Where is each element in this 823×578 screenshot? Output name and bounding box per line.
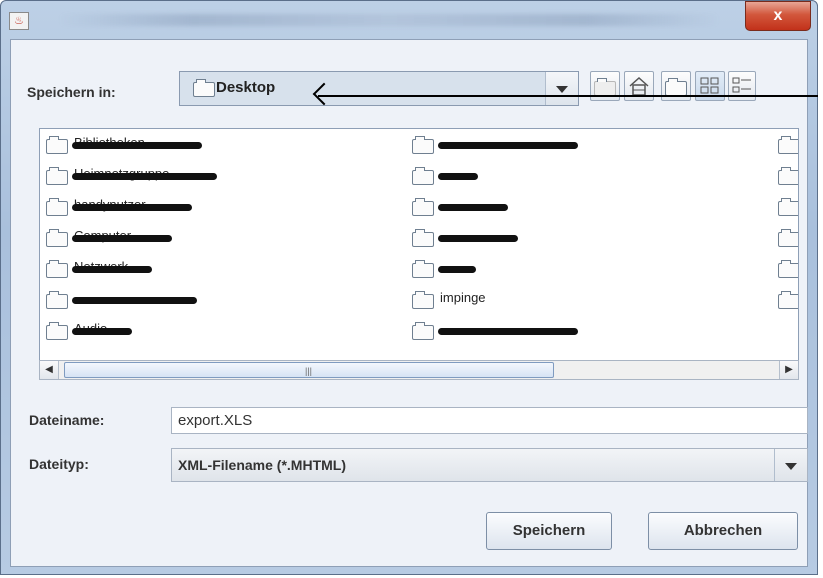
list-item[interactable]: [778, 228, 798, 250]
list-item[interactable]: Audio: [46, 321, 376, 343]
chevron-down-icon: [556, 86, 568, 93]
folder-icon: [46, 136, 68, 154]
filetype-value: XML-Filename (*.MHTML): [178, 457, 346, 473]
redaction-mark: [72, 235, 172, 242]
folder-icon: [46, 229, 68, 247]
blurred-title: [59, 14, 719, 26]
redaction-mark: [72, 204, 192, 211]
list-item[interactable]: [778, 135, 798, 157]
list-item[interactable]: [778, 259, 798, 281]
list-item[interactable]: Bibliotheken: [46, 135, 376, 157]
redaction-mark: [72, 297, 197, 304]
java-app-icon: ♨: [9, 12, 29, 30]
folder-icon: [778, 291, 798, 309]
folder-icon: [412, 229, 434, 247]
filename-value: export.XLS: [178, 412, 253, 429]
list-item[interactable]: [412, 228, 742, 250]
list-item[interactable]: [778, 166, 798, 188]
annotation-arrow-line: [318, 95, 818, 97]
redaction-mark: [438, 235, 518, 242]
filetype-dropdown-button[interactable]: [774, 449, 807, 481]
save-in-combobox[interactable]: Desktop: [179, 71, 579, 106]
folder-icon: [412, 136, 434, 154]
folder-icon: [46, 322, 68, 340]
folder-icon: [778, 167, 798, 185]
list-item[interactable]: [412, 135, 742, 157]
redaction-mark: [438, 142, 578, 149]
folder-icon: [778, 136, 798, 154]
redaction-mark: [438, 204, 508, 211]
folder-icon: [778, 198, 798, 216]
folder-icon: [412, 260, 434, 278]
redaction-mark: [72, 173, 217, 180]
filetype-select[interactable]: XML-Filename (*.MHTML): [171, 448, 808, 482]
list-item[interactable]: [778, 197, 798, 219]
list-item[interactable]: handynutzer: [46, 197, 376, 219]
cancel-button[interactable]: Abbrechen: [648, 512, 798, 550]
redaction-mark: [438, 328, 578, 335]
redaction-mark: [72, 328, 132, 335]
list-item[interactable]: [412, 166, 742, 188]
folder-icon: [412, 167, 434, 185]
scroll-left-button[interactable]: ◀: [40, 361, 59, 379]
folder-icon: [778, 229, 798, 247]
folder-icon: [46, 291, 68, 309]
filename-input[interactable]: export.XLS: [171, 407, 808, 434]
folder-icon: [412, 322, 434, 340]
redaction-mark: [72, 266, 152, 273]
list-item[interactable]: Computer: [46, 228, 376, 250]
folder-icon: [193, 79, 215, 97]
chevron-down-icon: [785, 463, 797, 470]
close-button[interactable]: x: [745, 1, 811, 31]
folder-icon: [412, 291, 434, 309]
list-item[interactable]: [412, 259, 742, 281]
list-item[interactable]: Netzwerk: [46, 259, 376, 281]
list-item[interactable]: impinge: [412, 290, 742, 312]
list-item[interactable]: [778, 290, 798, 312]
new-folder-icon: [665, 78, 687, 96]
up-folder-icon: [594, 78, 616, 96]
filetype-label: Dateityp:: [29, 456, 89, 472]
redaction-mark: [438, 266, 476, 273]
list-item[interactable]: [412, 197, 742, 219]
list-item[interactable]: [46, 290, 376, 312]
folder-icon: [412, 198, 434, 216]
folder-icon: [46, 167, 68, 185]
scroll-thumb[interactable]: |||: [64, 362, 554, 378]
scroll-grip-icon: |||: [305, 366, 313, 376]
horizontal-scrollbar[interactable]: ◀ ||| ▶: [39, 360, 799, 380]
folder-icon: [46, 260, 68, 278]
file-list[interactable]: Bibliotheken Heimnetzgruppe handynutzer …: [39, 128, 799, 374]
folder-icon: [46, 198, 68, 216]
folder-icon: [778, 260, 798, 278]
filename-label: Dateiname:: [29, 412, 105, 428]
list-item[interactable]: Heimnetzgruppe: [46, 166, 376, 188]
save-button[interactable]: Speichern: [486, 512, 612, 550]
redaction-mark: [438, 173, 478, 180]
save-in-value: Desktop: [216, 79, 276, 96]
title-bar[interactable]: ♨ x: [1, 1, 817, 41]
redaction-mark: [72, 142, 202, 149]
list-item[interactable]: [412, 321, 742, 343]
scroll-right-button[interactable]: ▶: [779, 361, 798, 379]
save-in-label: Speichern in:: [27, 84, 116, 100]
dialog-content: Speichern in: Desktop impinge ◀ ||| ▶ Da…: [10, 39, 808, 567]
save-in-dropdown-button[interactable]: [545, 72, 578, 105]
